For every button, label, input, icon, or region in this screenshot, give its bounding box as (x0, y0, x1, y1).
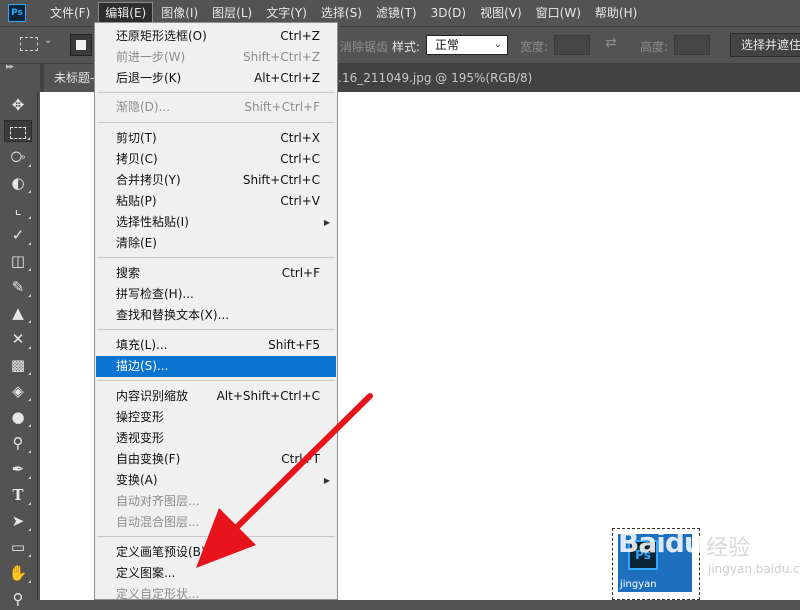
menu-image[interactable]: 图像(I) (155, 2, 204, 24)
new-selection-button[interactable] (70, 34, 92, 56)
blur-icon[interactable]: ● (4, 406, 32, 428)
hand-icon[interactable]: ✋ (4, 562, 32, 584)
type-icon[interactable]: T (4, 484, 32, 506)
chevron-down-icon: ⌄ (493, 39, 502, 50)
width-label: 宽度: (520, 40, 549, 54)
menu-item-auto-blend-layers: 自动混合图层... (116, 515, 200, 529)
marquee-preset-icon[interactable] (20, 37, 38, 51)
menu-separator (97, 329, 335, 330)
crop-icon[interactable]: ⌞ (4, 198, 32, 220)
menu-item-auto-align-layers: 自动对齐图层... (116, 494, 200, 508)
menu-item-fill[interactable]: 填充(L)... Shift+F5 (96, 335, 336, 356)
rectangle-icon[interactable]: ▭ (4, 536, 32, 558)
menu-item-clear[interactable]: 清除(E) (96, 233, 336, 254)
menu-item-free-transform[interactable]: 自由变换(F) Ctrl+T (96, 449, 336, 470)
menu-item-step-forward: 前进一步(W) Shift+Ctrl+Z (116, 50, 320, 64)
menu-item-transform[interactable]: 变换(A) ▶ (96, 470, 336, 491)
jingyan-watermark: 经验 (706, 536, 751, 561)
menu-item-undo[interactable]: 还原矩形选框(O) Ctrl+Z (96, 26, 336, 47)
edit-menu-dropdown: 还原矩形选框(O) Ctrl+Z 前进一步(W) Shift+Ctrl+Z 后退一步… (94, 22, 338, 600)
brush-icon[interactable]: ✎ (4, 276, 32, 298)
antialias-label: 消除锯齿 (340, 40, 389, 54)
menu-separator (97, 257, 335, 258)
style-value: 正常 (435, 38, 460, 52)
healing-icon[interactable]: ◫ (4, 250, 32, 272)
menu-item-copy-merged[interactable]: 合并拷贝(Y) Shift+Ctrl+C (96, 170, 336, 191)
menu-item-paste[interactable]: 粘贴(P) Ctrl+V (96, 191, 336, 212)
menu-select[interactable]: 选择(S) (315, 2, 368, 24)
menu-item-copy[interactable]: 拷贝(C) Ctrl+C (96, 149, 336, 170)
menu-item-define-pattern[interactable]: 定义图案... (96, 563, 336, 584)
menu-item-stroke[interactable]: 描边(S)... (96, 356, 336, 377)
menu-item-find-replace[interactable]: 查找和替换文本(X)... (96, 305, 336, 326)
square-icon (76, 40, 86, 50)
chevron-down-icon[interactable]: ⌄ (44, 35, 52, 46)
menu-item-search[interactable]: 搜索 Ctrl+F (96, 263, 336, 284)
menu-item-perspective-warp[interactable]: 透视变形 (96, 428, 336, 449)
menu-filter[interactable]: 滤镜(T) (370, 2, 423, 24)
menu-item-fade: 渐隐(D)... Shift+Ctrl+F (116, 100, 320, 114)
style-label: 样式: (392, 40, 421, 54)
menu-item-puppet-warp[interactable]: 操控变形 (96, 407, 336, 428)
menu-3d[interactable]: 3D(D) (425, 2, 472, 24)
tab-image[interactable]: …16_211049.jpg @ 195%(RGB/8) (320, 64, 640, 92)
menu-layer[interactable]: 图层(L) (206, 2, 258, 24)
eraser-icon[interactable]: ▩ (4, 354, 32, 376)
paint-bucket-icon[interactable]: ◈ (4, 380, 32, 402)
stamp-icon[interactable]: ▲ (4, 302, 32, 324)
menu-item-content-aware-scale[interactable]: 内容识别缩放 Alt+Shift+Ctrl+C (96, 386, 336, 407)
menu-item-cut[interactable]: 剪切(T) Ctrl+X (96, 128, 336, 149)
width-input[interactable] (554, 35, 590, 55)
history-brush-icon[interactable]: ✕ (4, 328, 32, 350)
style-select[interactable]: 正常 ⌄ (426, 35, 508, 55)
menu-separator (97, 536, 335, 537)
move-icon[interactable]: ✥ (4, 94, 32, 116)
menu-item-define-custom-shape: 定义自定形状... (116, 587, 200, 600)
menu-view[interactable]: 视图(V) (474, 2, 528, 24)
menu-item-paste-special[interactable]: 选择性粘贴(I) ▶ (96, 212, 336, 233)
menu-type[interactable]: 文字(Y) (260, 2, 313, 24)
menu-item-spell-check[interactable]: 拼写检查(H)... (96, 284, 336, 305)
collapse-panel-icon[interactable]: ▸▸ (6, 62, 14, 72)
menu-item-define-brush-preset[interactable]: 定义画笔预设(B)... (96, 542, 336, 563)
path-select-icon[interactable]: ➤ (4, 510, 32, 532)
baidu-watermark: Baidu (618, 526, 704, 559)
submenu-arrow-icon: ▶ (323, 218, 330, 227)
zoom-icon[interactable]: ⚲ (4, 588, 32, 610)
menu-separator (97, 380, 335, 381)
menu-help[interactable]: 帮助(H) (589, 2, 643, 24)
menu-edit[interactable]: 编辑(E) (98, 2, 154, 24)
menu-separator (97, 122, 335, 123)
pen-icon[interactable]: ✒ (4, 458, 32, 480)
marquee-icon[interactable] (4, 120, 32, 142)
menu-file[interactable]: 文件(F) (44, 2, 96, 24)
dodge-icon[interactable]: ⚲ (4, 432, 32, 454)
submenu-arrow-icon: ▶ (323, 476, 330, 485)
menu-item-step-backward[interactable]: 后退一步(K) Alt+Ctrl+Z (96, 68, 336, 89)
select-and-mask-button[interactable]: 选择并遮住... (730, 33, 800, 57)
toolbar: ✥ ⧂ ◐ ⌞ ✓ ◫ ✎ ▲ ✕ ▩ ◈ ● ⚲ ✒ T ➤ ▭ ✋ ⚲ (0, 92, 38, 608)
height-label: 高度: (640, 40, 669, 54)
menu-separator (97, 92, 335, 93)
quick-select-icon[interactable]: ◐ (4, 172, 32, 194)
lasso-icon[interactable]: ⧂ (4, 146, 32, 168)
menu-window[interactable]: 窗口(W) (530, 2, 587, 24)
eyedropper-icon[interactable]: ✓ (4, 224, 32, 246)
watermark-url: jingyan.baidu.com (708, 562, 800, 576)
height-input[interactable] (674, 35, 710, 55)
photoshop-logo: Ps (8, 4, 26, 22)
swap-icon[interactable]: ⇄ (605, 35, 617, 51)
